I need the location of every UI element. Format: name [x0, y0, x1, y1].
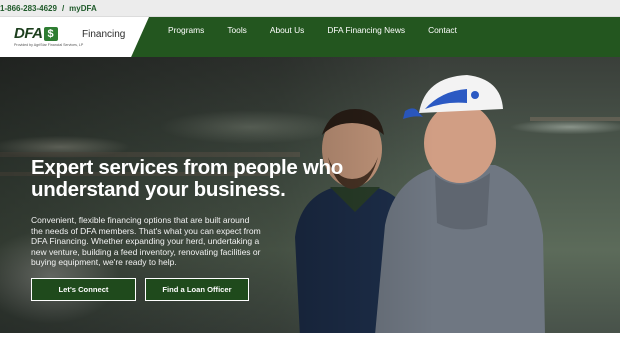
- hero-description: Convenient, flexible financing options t…: [31, 215, 261, 267]
- phone-number[interactable]: 1-866-283-4629: [0, 4, 57, 13]
- logo[interactable]: DFA $ Financing Provided by AgriStar Fin…: [0, 17, 149, 57]
- nav-item-contact[interactable]: Contact: [428, 25, 457, 35]
- nav-item-programs[interactable]: Programs: [168, 25, 204, 35]
- logo-mark: DFA $: [14, 26, 58, 41]
- utility-bar: 1-866-283-4629 / myDFA: [0, 0, 620, 17]
- site-header: DFA $ Financing Provided by AgriStar Fin…: [0, 17, 620, 57]
- nav-item-about-us[interactable]: About Us: [270, 25, 304, 35]
- hero-headline: Expert services from people who understa…: [31, 156, 343, 201]
- logo-dfa-text: DFA: [14, 25, 43, 42]
- logo-financing-text: Financing: [82, 29, 126, 40]
- nav-item-dfa-financing-news[interactable]: DFA Financing News: [327, 25, 405, 35]
- mydfa-link[interactable]: myDFA: [69, 4, 97, 13]
- find-loan-officer-button[interactable]: Find a Loan Officer: [145, 278, 249, 301]
- lets-connect-button[interactable]: Let's Connect: [31, 278, 136, 301]
- logo-subtext: Provided by AgriStar Financial Services,…: [14, 43, 84, 47]
- main-nav: Programs Tools About Us DFA Financing Ne…: [168, 17, 480, 43]
- nav-item-tools[interactable]: Tools: [227, 25, 247, 35]
- utility-separator: /: [61, 3, 65, 13]
- dollar-icon: $: [43, 26, 58, 41]
- page-bottom: [0, 333, 620, 343]
